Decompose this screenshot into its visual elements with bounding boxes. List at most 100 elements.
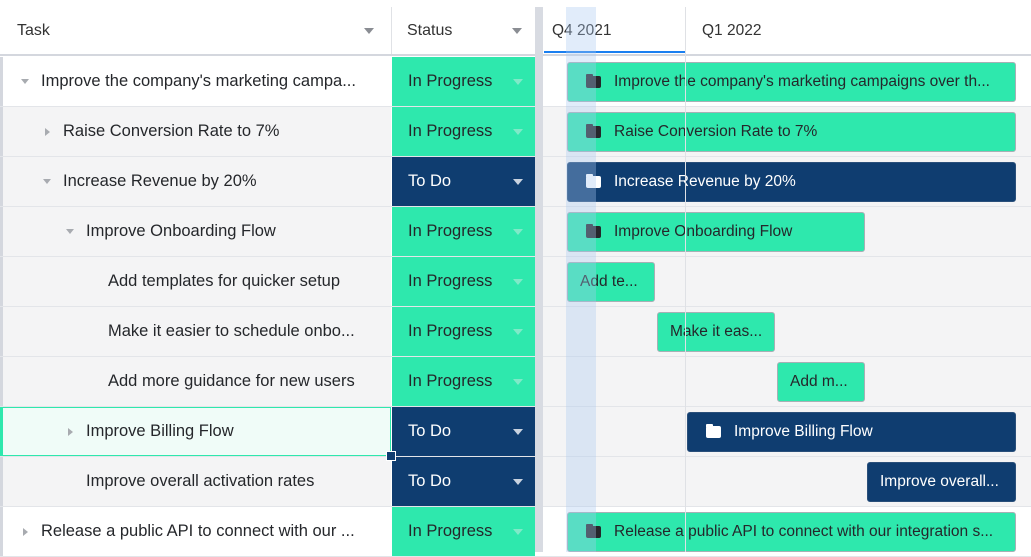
quarter-q1-2022: Q1 2022 (702, 7, 761, 54)
status-label: To Do (408, 472, 452, 490)
expand-icon[interactable] (45, 127, 50, 136)
expand-icon[interactable] (23, 527, 28, 536)
task-column-header[interactable]: Task (17, 7, 50, 54)
task-name: Increase Revenue by 20% (63, 172, 257, 190)
task-header-label: Task (17, 21, 50, 39)
status-label: In Progress (408, 372, 493, 390)
gantt-lane: Raise Conversion Rate to 7% (543, 107, 1031, 156)
folder-icon (586, 224, 601, 238)
status-dropdown[interactable]: To Do (392, 157, 535, 206)
gantt-bar-label: Improve overall... (880, 473, 999, 490)
current-quarter-indicator (544, 51, 685, 53)
gantt-bar-label: Add m... (790, 373, 848, 390)
gantt-bar[interactable]: Improve overall... (867, 462, 1016, 502)
status-dropdown[interactable]: In Progress (392, 207, 535, 256)
gantt-lane: Improve the company's marketing campaign… (543, 57, 1031, 106)
chevron-down-icon (513, 429, 523, 435)
folder-icon (586, 74, 601, 88)
table-row[interactable]: Improve overall activation rates To Do I… (0, 457, 1031, 507)
task-cell[interactable]: Raise Conversion Rate to 7% (0, 107, 391, 156)
gantt-bar[interactable]: Improve the company's marketing campaign… (567, 62, 1016, 102)
gantt-bar-label: Improve the company's marketing campaign… (614, 73, 990, 90)
gantt-bar-label: Increase Revenue by 20% (614, 173, 796, 190)
chevron-down-icon (513, 279, 523, 285)
chevron-down-icon (513, 379, 523, 385)
task-cell[interactable]: Improve overall activation rates (0, 457, 391, 506)
pane-splitter[interactable] (535, 7, 543, 552)
table-row[interactable]: Add templates for quicker setup In Progr… (0, 257, 1031, 307)
status-dropdown[interactable]: In Progress (392, 107, 535, 156)
table-row[interactable]: Improve Billing Flow To Do Improve Billi… (0, 407, 1031, 457)
selection-fill-handle[interactable] (386, 451, 396, 461)
task-cell[interactable]: Improve Onboarding Flow (0, 207, 391, 256)
status-label: In Progress (408, 222, 493, 240)
chevron-down-icon (513, 479, 523, 485)
table-row[interactable]: Raise Conversion Rate to 7% In Progress … (0, 107, 1031, 157)
gantt-bar[interactable]: Improve Billing Flow (687, 412, 1016, 452)
task-cell[interactable]: Make it easier to schedule onbo... (0, 307, 391, 356)
gantt-bar[interactable]: Release a public API to connect with our… (567, 512, 1016, 552)
table-row[interactable]: Increase Revenue by 20% To Do Increase R… (0, 157, 1031, 207)
task-name: Add more guidance for new users (108, 372, 355, 390)
status-dropdown[interactable]: In Progress (392, 357, 535, 406)
task-name: Raise Conversion Rate to 7% (63, 122, 280, 140)
status-column-header[interactable]: Status (407, 7, 452, 54)
task-cell[interactable]: Release a public API to connect with our… (0, 507, 391, 556)
task-cell[interactable]: Add templates for quicker setup (0, 257, 391, 306)
gantt-bar[interactable]: Improve Onboarding Flow (567, 212, 865, 252)
task-name: Release a public API to connect with our… (41, 522, 355, 540)
gantt-bar[interactable]: Make it eas... (657, 312, 775, 352)
gantt-lane: Add m... (543, 357, 1031, 406)
column-divider (391, 7, 392, 54)
status-label: In Progress (408, 522, 493, 540)
task-name: Improve Billing Flow (86, 422, 234, 440)
task-name: Improve overall activation rates (86, 472, 315, 490)
collapse-icon[interactable] (66, 229, 74, 234)
task-cell[interactable]: Improve the company's marketing campa... (0, 57, 391, 106)
status-column-menu-icon[interactable] (512, 28, 522, 34)
chevron-down-icon (513, 79, 523, 85)
status-dropdown[interactable]: In Progress (392, 257, 535, 306)
chevron-down-icon (513, 229, 523, 235)
table-row[interactable]: Add more guidance for new users In Progr… (0, 357, 1031, 407)
status-label: In Progress (408, 122, 493, 140)
collapse-icon[interactable] (43, 179, 51, 184)
task-column-menu-icon[interactable] (364, 28, 374, 34)
status-dropdown[interactable]: In Progress (392, 57, 535, 106)
table-row[interactable]: Improve the company's marketing campa...… (0, 57, 1031, 107)
collapse-icon[interactable] (21, 79, 29, 84)
chevron-down-icon (513, 179, 523, 185)
gantt-bar-label: Improve Billing Flow (734, 423, 873, 440)
gantt-bar-label: Add te... (580, 273, 638, 290)
task-name: Add templates for quicker setup (108, 272, 341, 290)
status-dropdown[interactable]: To Do (392, 457, 535, 506)
task-cell[interactable]: Increase Revenue by 20% (0, 157, 391, 206)
table-row[interactable]: Make it easier to schedule onbo... In Pr… (0, 307, 1031, 357)
task-cell[interactable]: Add more guidance for new users (0, 357, 391, 406)
gantt-bar[interactable]: Raise Conversion Rate to 7% (567, 112, 1016, 152)
status-label: In Progress (408, 322, 493, 340)
table-row[interactable]: Release a public API to connect with our… (0, 507, 1031, 557)
gantt-lane: Release a public API to connect with our… (543, 507, 1031, 556)
gantt-bar[interactable]: Add te... (567, 262, 655, 302)
quarter-gridline (685, 7, 686, 552)
gantt-bar-label: Make it eas... (670, 323, 763, 340)
gantt-bar-label: Raise Conversion Rate to 7% (614, 123, 818, 140)
status-dropdown[interactable]: In Progress (392, 507, 535, 556)
status-dropdown[interactable]: In Progress (392, 307, 535, 356)
gantt-lane: Make it eas... (543, 307, 1031, 356)
quarter-label: Q4 2021 (552, 21, 612, 39)
gantt-bar[interactable]: Add m... (777, 362, 865, 402)
task-cell[interactable]: Improve Billing Flow (0, 407, 391, 456)
table-row[interactable]: Improve Onboarding Flow In Progress Impr… (0, 207, 1031, 257)
grid-header: Task Status Q4 2021 Q1 2022 (0, 7, 1031, 56)
status-label: In Progress (408, 72, 493, 90)
task-name: Improve Onboarding Flow (86, 222, 276, 240)
status-label: In Progress (408, 272, 493, 290)
quarter-q4-2021: Q4 2021 (552, 7, 611, 54)
status-dropdown[interactable]: To Do (392, 407, 535, 456)
expand-icon[interactable] (68, 427, 73, 436)
folder-icon (586, 124, 601, 138)
status-header-label: Status (407, 21, 453, 39)
gantt-bar[interactable]: Increase Revenue by 20% (567, 162, 1016, 202)
